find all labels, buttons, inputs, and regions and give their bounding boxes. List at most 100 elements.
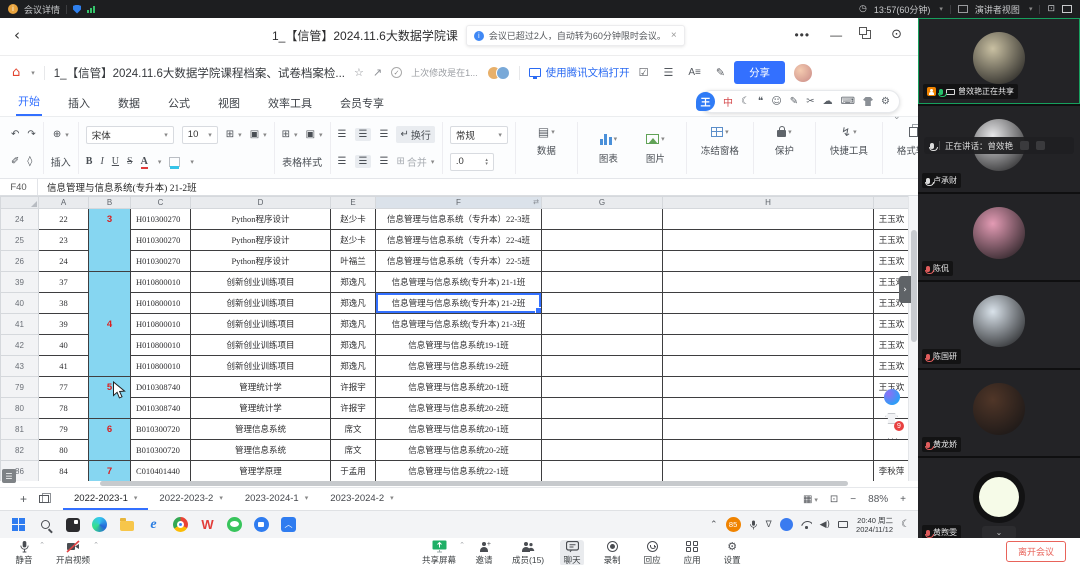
- cell-C81[interactable]: B010300720: [131, 419, 191, 440]
- zoom-in-button[interactable]: +: [900, 494, 906, 505]
- cell-D43[interactable]: 创新创业训练项目: [191, 356, 331, 377]
- column-header-F[interactable]: F⇄: [376, 197, 542, 209]
- cell-F43[interactable]: 信息管理与信息系统19-2班: [376, 356, 542, 377]
- cell-reference-box[interactable]: F40: [0, 179, 38, 195]
- assistant-badge-icon[interactable]: 王: [696, 92, 715, 111]
- column-header-B[interactable]: B: [89, 197, 131, 209]
- cell-A86[interactable]: 84: [39, 461, 89, 482]
- pen-icon[interactable]: ✎: [790, 96, 798, 107]
- cell-X43[interactable]: 王玉欢: [874, 356, 910, 377]
- chevron-down-icon[interactable]: ▾: [390, 494, 394, 502]
- cell-E80[interactable]: 许报宇: [331, 398, 376, 419]
- record-target-icon[interactable]: ⊙: [891, 27, 902, 42]
- chevron-down-icon[interactable]: ▾: [219, 494, 223, 502]
- font-size-select[interactable]: 10▾: [182, 126, 218, 144]
- border-style-icon[interactable]: ⊞▾: [282, 129, 298, 140]
- ribbon-tab-2[interactable]: 数据: [116, 90, 142, 116]
- members-button[interactable]: 成员(15): [512, 540, 544, 565]
- night-light-icon[interactable]: ☾: [901, 519, 910, 530]
- cell-B82[interactable]: [89, 440, 131, 461]
- meeting-detail-link[interactable]: 会议详情: [24, 3, 60, 16]
- cell-H41[interactable]: [663, 314, 874, 335]
- explorer-icon[interactable]: [118, 516, 135, 533]
- keyboard-icon[interactable]: ⌨: [841, 96, 855, 107]
- zoom-out-button[interactable]: −: [850, 494, 856, 505]
- cell-X26[interactable]: 王玉欢: [874, 251, 910, 272]
- checklist-icon[interactable]: ☑: [639, 66, 649, 79]
- cell-F80[interactable]: 信息管理与信息系统20-2班: [376, 398, 542, 419]
- cell-E79[interactable]: 许报宇: [331, 377, 376, 398]
- wifi-icon[interactable]: [801, 521, 812, 529]
- cell-A39[interactable]: 37: [39, 272, 89, 293]
- cell-C43[interactable]: H010800010: [131, 356, 191, 377]
- assistant-globe-icon[interactable]: [884, 389, 900, 405]
- column-header-E[interactable]: E: [331, 197, 376, 209]
- column-header-H[interactable]: H: [663, 197, 874, 209]
- apps-button[interactable]: 应用: [680, 540, 704, 565]
- wrap-text-button[interactable]: ↵换行: [396, 126, 434, 143]
- ribbon-collapse-chevron[interactable]: ⌄: [893, 112, 901, 122]
- cell-C40[interactable]: H010800010: [131, 293, 191, 314]
- cell-H24[interactable]: [663, 209, 874, 230]
- cell-B26[interactable]: [89, 251, 131, 272]
- chart-button[interactable]: ▾图表: [585, 124, 632, 172]
- cell-H26[interactable]: [663, 251, 874, 272]
- row-header-42[interactable]: 42: [1, 335, 39, 356]
- comment-icon[interactable]: ❝: [758, 96, 763, 107]
- cell-E25[interactable]: 赵少卡: [331, 230, 376, 251]
- cell-H25[interactable]: [663, 230, 874, 251]
- cell-C86[interactable]: C010401440: [131, 461, 191, 482]
- align-center-icon[interactable]: ☰: [355, 155, 372, 168]
- star-icon[interactable]: ☆: [354, 66, 364, 79]
- strikethrough-button[interactable]: S: [127, 156, 133, 167]
- fullscreen-icon[interactable]: ⊡: [1047, 4, 1055, 14]
- align-middle-icon[interactable]: ☰: [355, 128, 372, 141]
- cell-D79[interactable]: 管理统计学: [191, 377, 331, 398]
- open-in-tencent-docs-link[interactable]: 使用腾讯文档打开: [529, 65, 630, 80]
- back-button[interactable]: ‹: [14, 26, 20, 44]
- cell-H42[interactable]: [663, 335, 874, 356]
- leave-meeting-button[interactable]: 离开会议: [1006, 541, 1066, 562]
- view-mode-button[interactable]: 演讲者视图: [975, 3, 1020, 16]
- cell-G82[interactable]: [542, 440, 663, 461]
- align-right-icon[interactable]: ☰: [379, 156, 388, 167]
- cell-C79[interactable]: D010308740: [131, 377, 191, 398]
- cell-A42[interactable]: 40: [39, 335, 89, 356]
- cell-G40[interactable]: [542, 293, 663, 314]
- react-button[interactable]: 回应: [640, 540, 664, 565]
- cell-E81[interactable]: 席文: [331, 419, 376, 440]
- cell-E26[interactable]: 叶福兰: [331, 251, 376, 272]
- row-header-39[interactable]: 39: [1, 272, 39, 293]
- chevron-down-icon[interactable]: ▾: [134, 494, 138, 502]
- column-header-C[interactable]: C: [131, 197, 191, 209]
- participant-tile-2[interactable]: 陈侃: [918, 194, 1080, 280]
- italic-button[interactable]: I: [100, 156, 103, 167]
- number-format-select[interactable]: 常规▾: [450, 126, 508, 144]
- cell-D86[interactable]: 管理学原理: [191, 461, 331, 482]
- tray-filter-icon[interactable]: ∇: [766, 520, 772, 530]
- expand-caret[interactable]: ⌃: [459, 541, 465, 549]
- cell-F86[interactable]: 信息管理与信息系统22-1班: [376, 461, 542, 482]
- cell-A40[interactable]: 38: [39, 293, 89, 314]
- cell-B41[interactable]: 4: [89, 314, 131, 335]
- font-select[interactable]: 宋体▾: [86, 126, 174, 144]
- cell-F41[interactable]: 信息管理与信息系统(专升本) 21-3班: [376, 314, 542, 335]
- tray-camera-icon[interactable]: [838, 521, 848, 528]
- participant-tile-5[interactable]: 黄煦雯⌄: [918, 458, 1080, 538]
- search-icon[interactable]: [37, 516, 54, 533]
- sheet-tab-2[interactable]: 2023-2024-1▾: [234, 488, 319, 510]
- tray-app-icon[interactable]: [780, 518, 793, 531]
- cell-G81[interactable]: [542, 419, 663, 440]
- cell-G79[interactable]: [542, 377, 663, 398]
- participant-tile-3[interactable]: 陈国研: [918, 282, 1080, 368]
- cell-E39[interactable]: 郑逸凡: [331, 272, 376, 293]
- cell-E82[interactable]: 席文: [331, 440, 376, 461]
- cell-D41[interactable]: 创新创业训练项目: [191, 314, 331, 335]
- cell-A26[interactable]: 24: [39, 251, 89, 272]
- cell-H81[interactable]: [663, 419, 874, 440]
- cell-F24[interactable]: 信息管理与信息系统（专升本）22-3班: [376, 209, 542, 230]
- cell-C26[interactable]: H010300270: [131, 251, 191, 272]
- freeze-panes-button[interactable]: ▾冻结窗格: [694, 124, 746, 157]
- cell-B81[interactable]: 6: [89, 419, 131, 440]
- cell-format-icon[interactable]: ▣▾: [306, 129, 323, 140]
